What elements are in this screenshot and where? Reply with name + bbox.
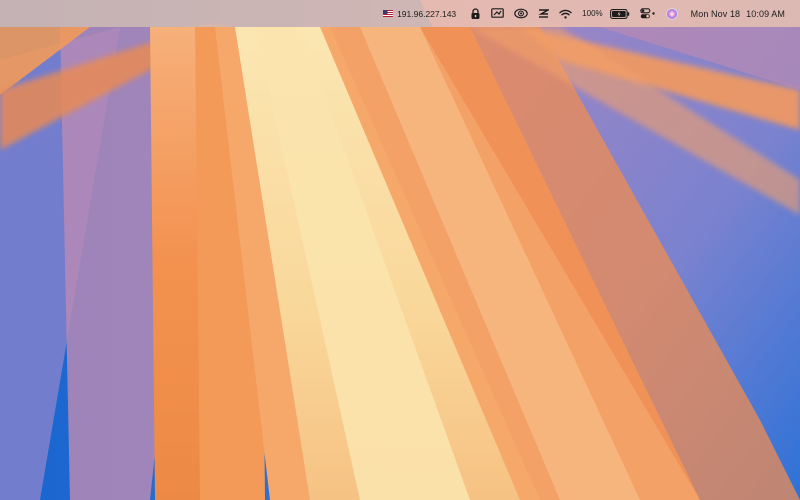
- us-flag-icon: [383, 10, 394, 17]
- desktop-wallpaper: [0, 0, 800, 500]
- wallpaper-art: [0, 0, 800, 500]
- eye-app-icon[interactable]: [509, 3, 533, 25]
- battery-percent[interactable]: 100%: [577, 3, 604, 25]
- screen-display-icon[interactable]: [486, 3, 509, 25]
- wifi-icon[interactable]: [554, 3, 577, 25]
- battery-charging-icon[interactable]: [605, 3, 635, 25]
- vpn-ip-label: 191.96.227.143: [397, 8, 457, 19]
- vpn-status-item[interactable]: 191.96.227.143: [378, 3, 465, 25]
- stacked-app-icon[interactable]: [533, 3, 554, 25]
- lock-app-icon[interactable]: [465, 3, 486, 25]
- siri-icon[interactable]: [661, 3, 683, 25]
- clock-time: 10:09 AM: [746, 8, 785, 19]
- clock-date: Mon Nov 18: [690, 8, 741, 19]
- menu-bar: 191.96.227.143 100% Mon Nov 18 10:09 AM: [0, 0, 800, 27]
- menu-bar-clock[interactable]: Mon Nov 18 10:09 AM: [683, 3, 790, 25]
- control-center-icon[interactable]: [635, 3, 661, 25]
